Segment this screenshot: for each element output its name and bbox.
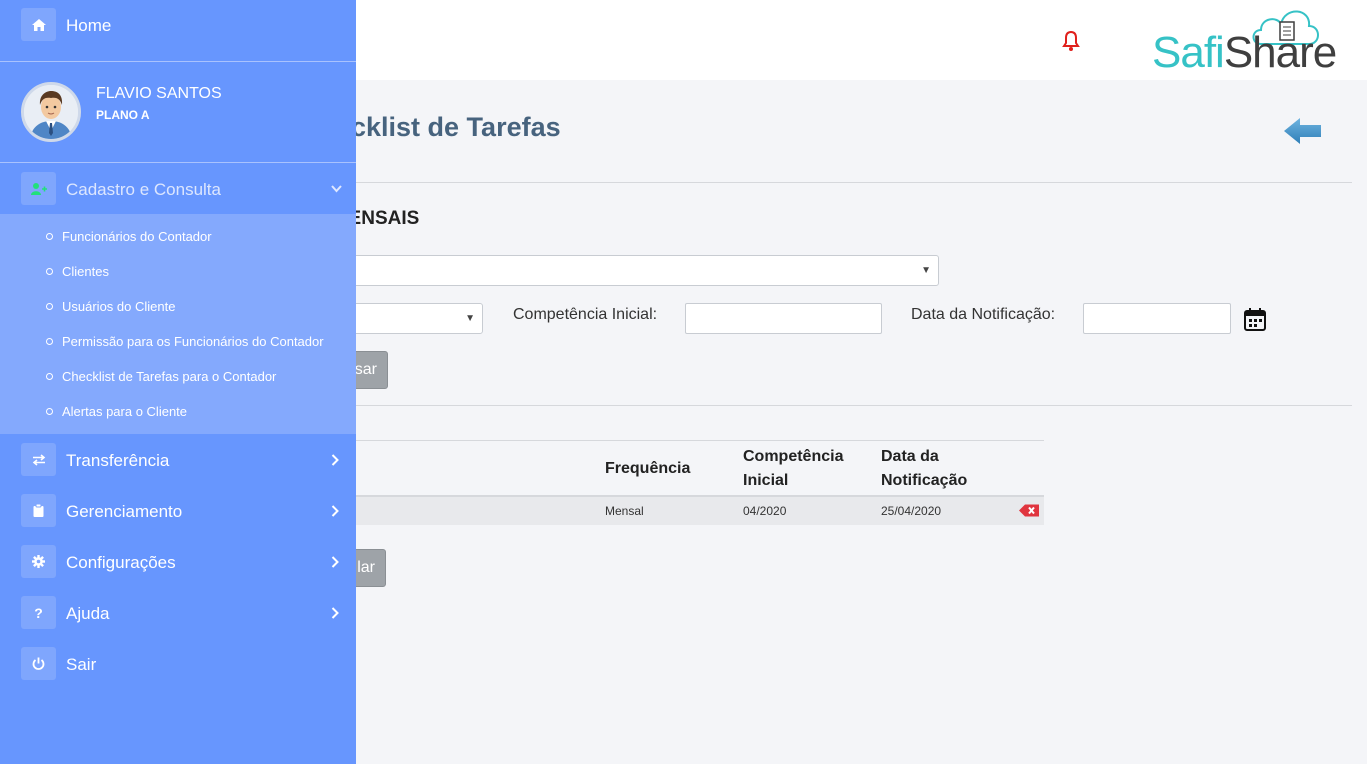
delete-icon[interactable]: [1019, 504, 1040, 517]
search-button-label: sar: [354, 361, 377, 378]
sidebar-divider: [0, 61, 356, 62]
bell-icon[interactable]: [1062, 30, 1080, 52]
cell-competencia: 04/2020: [743, 504, 787, 518]
circle-icon: [46, 233, 53, 240]
cell-frequencia: Mensal: [605, 504, 644, 518]
circle-icon: [46, 408, 53, 415]
sidebar: Home FLAVIO SANTOS PLANO A Cadastro e Co…: [0, 0, 356, 764]
sidebar-item-home[interactable]: Home: [0, 0, 356, 51]
sidebar-item-label: Ajuda: [66, 604, 110, 623]
chevron-right-icon: [331, 556, 339, 568]
chevron-right-icon: [331, 607, 339, 619]
sidebar-item-label: Sair: [66, 655, 97, 674]
chevron-right-icon: [331, 505, 339, 517]
exchange-icon: [21, 443, 56, 476]
user-plan: PLANO A: [96, 108, 150, 122]
gear-icon: [21, 545, 56, 578]
column-notificacao: Data da Notificação: [881, 448, 968, 489]
sidebar-item-label: Cadastro e Consulta: [66, 180, 221, 199]
competencia-input[interactable]: [685, 303, 882, 334]
user-name: FLAVIO SANTOS: [96, 85, 222, 102]
calendar-icon[interactable]: [1244, 307, 1266, 331]
column-frequencia: Frequência: [605, 460, 691, 477]
client-select[interactable]: ▼: [300, 255, 939, 286]
submenu-item-checklist[interactable]: Checklist de Tarefas para o Contador: [46, 369, 276, 384]
question-icon: ?: [21, 596, 56, 629]
column-competencia: Competência Inicial: [743, 448, 844, 489]
sidebar-item-label: Configurações: [66, 553, 176, 572]
submenu-item-funcionarios[interactable]: Funcionários do Contador: [46, 229, 212, 244]
sidebar-item-sair[interactable]: Sair: [0, 638, 356, 689]
title-divider: [300, 182, 1352, 183]
checklist-table: Frequência Competência Inicial Data da N…: [300, 440, 1044, 525]
sidebar-item-transferencia[interactable]: Transferência: [0, 434, 356, 485]
sidebar-item-ajuda[interactable]: ? Ajuda: [0, 587, 356, 638]
cadastro-submenu: Funcionários do Contador Clientes Usuári…: [0, 214, 356, 434]
back-arrow-icon[interactable]: [1284, 116, 1322, 146]
caret-down-icon: ▼: [465, 313, 475, 324]
sidebar-item-gerenciamento[interactable]: Gerenciamento: [0, 485, 356, 536]
table-header: Frequência Competência Inicial Data da N…: [300, 440, 1044, 497]
safishare-logo[interactable]: SafiShare: [1150, 4, 1337, 78]
avatar[interactable]: [21, 82, 81, 142]
notificacao-input[interactable]: [1083, 303, 1231, 334]
cancel-button-label: lar: [357, 559, 375, 576]
chevron-down-icon: [331, 185, 342, 193]
home-icon: [21, 8, 56, 41]
caret-down-icon: ▼: [921, 265, 931, 276]
circle-icon: [46, 268, 53, 275]
submenu-item-alertas[interactable]: Alertas para o Cliente: [46, 404, 187, 419]
logo-text: SafiShare: [1152, 28, 1337, 77]
submenu-item-permissao[interactable]: Permissão para os Funcionários do Contad…: [46, 334, 324, 349]
circle-icon: [46, 373, 53, 380]
filters-divider: [300, 405, 1352, 406]
sidebar-item-label: Home: [66, 16, 112, 35]
competencia-label: Competência Inicial:: [513, 306, 658, 323]
table-row[interactable]: Mensal 04/2020 25/04/2020: [300, 497, 1044, 525]
circle-icon: [46, 338, 53, 345]
submenu-item-clientes[interactable]: Clientes: [46, 264, 109, 279]
notificacao-label: Data da Notificação:: [911, 306, 1056, 323]
sidebar-item-cadastro[interactable]: Cadastro e Consulta: [0, 163, 356, 214]
chevron-right-icon: [331, 454, 339, 466]
sidebar-item-configuracoes[interactable]: Configurações: [0, 536, 356, 587]
cell-notificacao: 25/04/2020: [881, 504, 942, 518]
user-add-icon: [21, 172, 56, 205]
circle-icon: [46, 303, 53, 310]
clipboard-icon: [21, 494, 56, 527]
sidebar-item-label: Gerenciamento: [66, 502, 183, 521]
submenu-item-usuarios[interactable]: Usuários do Cliente: [46, 299, 175, 314]
power-icon: [21, 647, 56, 680]
sidebar-item-label: Transferência: [66, 451, 170, 470]
